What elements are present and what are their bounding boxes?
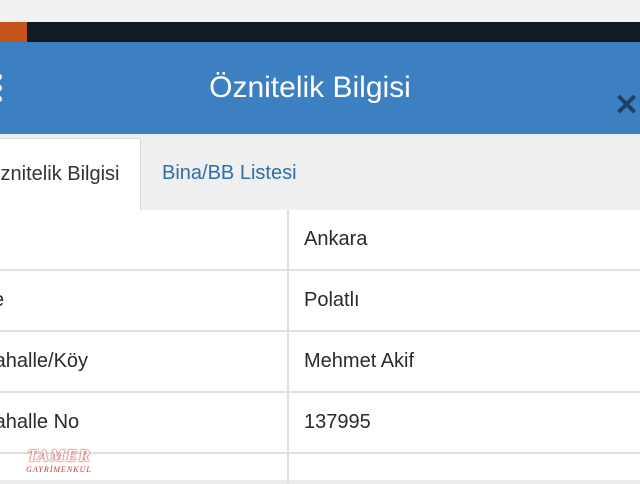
- table-row: İlçe Polatlı: [0, 271, 640, 332]
- tab-label: Öznitelik Bilgisi: [0, 163, 120, 185]
- watermark-subtitle: GAYRİMENKUL: [26, 465, 92, 474]
- dialog-title: Öznitelik Bilgisi: [209, 71, 411, 104]
- row-key: İlçe: [0, 289, 4, 312]
- row-key-cell: İlçe: [0, 271, 289, 330]
- table-row: İl Ankara: [0, 210, 640, 271]
- row-value: Mehmet Akif: [304, 350, 415, 372]
- top-strip: [0, 0, 640, 22]
- watermark-name: TAMER: [27, 446, 91, 465]
- watermark-logo: TAMER GAYRİMENKUL: [16, 447, 102, 477]
- close-icon[interactable]: ✕: [614, 91, 640, 121]
- table-row: Mahalle/Köy Mehmet Akif: [0, 332, 640, 393]
- table-row: Mahalle No 137995: [0, 393, 640, 454]
- tab-bina-bb-listesi[interactable]: Bina/BB Listesi: [162, 162, 297, 185]
- row-value: Polatlı: [304, 289, 360, 311]
- dialog-header: Öznitelik Bilgisi ✕: [0, 42, 640, 134]
- row-key-cell: Mahalle No: [0, 393, 289, 452]
- attribute-table: İl Ankara İlçe Polatlı Mahalle/Köy Mehme…: [0, 210, 640, 484]
- row-key-cell: Mahalle/Köy: [0, 332, 289, 391]
- tab-oznitelik-bilgisi[interactable]: Öznitelik Bilgisi: [0, 138, 141, 212]
- toolbar-accent: [0, 22, 27, 42]
- top-toolbar: [0, 22, 640, 42]
- row-value: Ankara: [304, 228, 368, 250]
- row-value: 137995: [304, 411, 371, 433]
- row-key-cell: İl: [0, 210, 289, 269]
- row-key: Mahalle No: [0, 411, 80, 433]
- row-key: Mahalle/Köy: [0, 350, 89, 372]
- tab-bar: Öznitelik Bilgisi Bina/BB Listesi: [0, 134, 640, 212]
